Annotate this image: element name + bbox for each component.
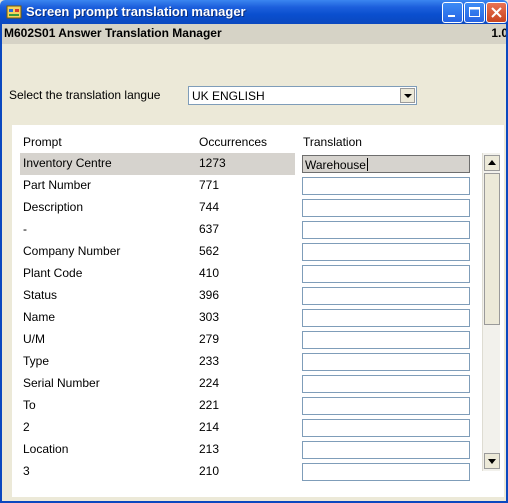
table-row[interactable]: Location 213 xyxy=(20,439,295,461)
translation-field[interactable] xyxy=(302,441,470,459)
language-label: Select the translation langue xyxy=(9,88,161,102)
column-header-prompt: Prompt xyxy=(23,135,62,149)
translation-field[interactable] xyxy=(302,463,470,481)
occurrences-cell: 744 xyxy=(199,200,220,214)
maximize-button[interactable] xyxy=(464,2,485,23)
occurrences-cell: 224 xyxy=(199,376,220,390)
translation-field[interactable] xyxy=(302,397,470,415)
form-version: 1.0 xyxy=(491,26,508,40)
table-row[interactable]: Description 744 xyxy=(20,197,295,219)
scrollbar-thumb[interactable] xyxy=(484,173,500,325)
prompt-cell: U/M xyxy=(23,332,45,346)
translation-field[interactable] xyxy=(302,221,470,239)
table-row[interactable]: Name 303 xyxy=(20,307,295,329)
prompt-cell: - xyxy=(23,222,27,236)
occurrences-cell: 410 xyxy=(199,266,220,280)
table-row[interactable]: Company Number 562 xyxy=(20,241,295,263)
table-row[interactable]: Status 396 xyxy=(20,285,295,307)
table-row[interactable]: Serial Number 224 xyxy=(20,373,295,395)
prompt-cell: 2 xyxy=(23,420,30,434)
prompt-cell: Inventory Centre xyxy=(23,156,112,170)
translation-field[interactable] xyxy=(302,199,470,217)
translation-field[interactable] xyxy=(302,353,470,371)
window-title: Screen prompt translation manager xyxy=(26,4,246,19)
translation-field[interactable] xyxy=(302,265,470,283)
form-title: M602S01 Answer Translation Manager xyxy=(4,26,222,40)
minimize-button[interactable] xyxy=(442,2,463,23)
maximize-icon xyxy=(469,7,480,17)
prompt-cell: Description xyxy=(23,200,84,214)
prompt-cell: Location xyxy=(23,442,69,456)
vertical-scrollbar[interactable] xyxy=(482,153,500,471)
occurrences-cell: 233 xyxy=(199,354,220,368)
table-row[interactable]: Type 233 xyxy=(20,351,295,373)
app-window-icon xyxy=(6,5,22,19)
occurrences-cell: 279 xyxy=(199,332,220,346)
translation-field-value: Warehouse xyxy=(305,158,366,172)
table-row[interactable]: Part Number 771 xyxy=(20,175,295,197)
translation-field[interactable] xyxy=(302,419,470,437)
occurrences-cell: 771 xyxy=(199,178,220,192)
prompt-cell: Type xyxy=(23,354,50,368)
close-button[interactable] xyxy=(486,2,507,23)
prompt-cell: Plant Code xyxy=(23,266,83,280)
occurrences-cell: 210 xyxy=(199,464,220,478)
prompt-cell: To xyxy=(23,398,36,412)
table-row[interactable]: U/M 279 xyxy=(20,329,295,351)
occurrences-cell: 396 xyxy=(199,288,220,302)
translation-field[interactable] xyxy=(302,177,470,195)
translation-field[interactable] xyxy=(302,243,470,261)
close-icon xyxy=(491,7,502,18)
table-row[interactable]: 2 214 xyxy=(20,417,295,439)
column-header-occurrences: Occurrences xyxy=(199,135,268,149)
language-select[interactable]: UK ENGLISH xyxy=(188,86,417,105)
minimize-icon xyxy=(448,15,455,17)
scroll-down-arrow-icon[interactable] xyxy=(484,453,500,469)
column-header-translation: Translation xyxy=(303,135,362,149)
table-row[interactable]: To 221 xyxy=(20,395,295,417)
title-bar[interactable]: Screen prompt translation manager xyxy=(0,0,508,24)
occurrences-cell: 213 xyxy=(199,442,220,456)
table-row[interactable]: - 637 xyxy=(20,219,295,241)
table-row[interactable]: Plant Code 410 xyxy=(20,263,295,285)
occurrences-cell: 562 xyxy=(199,244,220,258)
prompt-cell: Company Number xyxy=(23,244,121,258)
language-select-value: UK ENGLISH xyxy=(192,89,265,103)
prompt-cell: 3 xyxy=(23,464,30,478)
prompt-cell: Part Number xyxy=(23,178,92,192)
translation-field[interactable] xyxy=(302,375,470,393)
prompt-cell: Serial Number xyxy=(23,376,100,390)
occurrences-cell: 303 xyxy=(199,310,220,324)
translation-field[interactable] xyxy=(302,331,470,349)
translation-field[interactable] xyxy=(302,287,470,305)
table-row[interactable]: 3 210 xyxy=(20,461,295,483)
text-caret xyxy=(366,158,368,171)
translation-field[interactable] xyxy=(302,309,470,327)
occurrences-cell: 221 xyxy=(199,398,220,412)
table-row[interactable]: Inventory Centre 1273 xyxy=(20,153,295,175)
prompt-cell: Name xyxy=(23,310,56,324)
translation-field[interactable]: Warehouse xyxy=(302,155,470,173)
occurrences-cell: 637 xyxy=(199,222,220,236)
chevron-down-icon[interactable] xyxy=(400,88,415,103)
occurrences-cell: 214 xyxy=(199,420,220,434)
scroll-up-arrow-icon[interactable] xyxy=(484,155,500,171)
prompt-cell: Status xyxy=(23,288,58,302)
occurrences-cell: 1273 xyxy=(199,156,226,170)
app-window: Screen prompt translation manager M602S0… xyxy=(0,0,508,503)
form-header: M602S01 Answer Translation Manager 1.0 xyxy=(0,24,508,44)
